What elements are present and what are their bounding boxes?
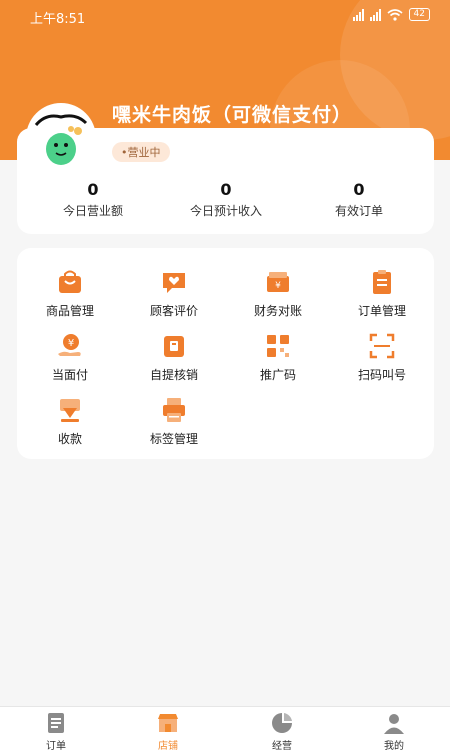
stat-value: 0	[353, 180, 365, 199]
stat-today-revenue[interactable]: 0 今日营业额	[23, 180, 163, 219]
menu-item-promo-code[interactable]: 推广码	[228, 332, 328, 383]
stat-value: 0	[87, 180, 99, 199]
menu-item-finance[interactable]: ¥ 财务对账	[228, 268, 328, 319]
menu-item-scan-call[interactable]: 扫码叫号	[332, 332, 432, 383]
menu-item-label-management[interactable]: 标签管理	[124, 396, 224, 447]
menu-label: 财务对账	[253, 304, 302, 318]
svg-text:¥: ¥	[68, 338, 74, 349]
tab-label: 店铺	[158, 741, 178, 750]
hand-coin-icon: ¥	[58, 334, 81, 356]
wallet-icon: ¥	[267, 272, 289, 292]
mascot-icon	[34, 114, 88, 165]
menu-label: 顾客评价	[149, 304, 198, 318]
store-avatar[interactable]	[26, 103, 96, 173]
tab-orders[interactable]: 订单	[16, 711, 96, 750]
clipboard-icon	[373, 270, 391, 294]
menu-item-receive-payment[interactable]: 收款	[20, 396, 120, 447]
status-badge: •营业中	[112, 142, 170, 162]
status-time: 上午8:51	[30, 12, 86, 27]
menu-label: 收款	[57, 432, 82, 446]
printer-icon	[163, 398, 185, 422]
menu-item-product-management[interactable]: 商品管理	[20, 268, 120, 319]
tab-label: 订单	[46, 741, 66, 750]
menu-label: 订单管理	[357, 304, 406, 318]
bottom-tab-bar: 订单 店铺 经营 我的	[0, 706, 450, 750]
menu-label: 当面付	[51, 368, 88, 382]
menu-label: 扫码叫号	[357, 368, 406, 382]
shopping-bag-icon	[59, 270, 81, 293]
battery-indicator: 42	[408, 8, 430, 21]
menu-label: 商品管理	[45, 304, 94, 318]
stat-valid-orders[interactable]: 0 有效订单	[289, 180, 429, 219]
store-name: 嘿米牛肉饭（可微信支付）	[112, 104, 353, 126]
scan-icon	[369, 333, 395, 359]
store-icon	[158, 714, 178, 732]
stat-label: 有效订单	[334, 204, 383, 218]
profile-icon	[384, 714, 404, 734]
status-icons: 42	[352, 8, 430, 21]
menu-label: 推广码	[259, 368, 296, 382]
receive-money-icon	[60, 399, 80, 422]
stat-expected-income[interactable]: 0 今日预计收入	[156, 180, 296, 219]
wifi-icon	[387, 8, 403, 21]
menu-item-pickup-verify[interactable]: 自提核销	[124, 332, 224, 383]
tab-label: 我的	[384, 741, 404, 750]
tab-operations[interactable]: 经营	[242, 711, 322, 750]
stat-value: 0	[220, 180, 232, 199]
order-list-icon	[48, 713, 64, 733]
signal-icon	[369, 8, 381, 21]
menu-label: 标签管理	[149, 432, 198, 446]
menu-item-customer-reviews[interactable]: 顾客评价	[124, 268, 224, 319]
heart-chat-icon	[163, 273, 185, 293]
signal-icon	[352, 8, 364, 21]
stat-label: 今日预计收入	[189, 204, 262, 218]
menu-label: 自提核销	[149, 368, 198, 382]
tab-store[interactable]: 店铺	[128, 711, 208, 750]
menu-item-order-management[interactable]: 订单管理	[332, 268, 432, 319]
svg-text:¥: ¥	[275, 281, 281, 291]
stat-label: 今日营业额	[62, 204, 123, 218]
menu-item-face-to-face-pay[interactable]: ¥ 当面付	[20, 332, 120, 383]
qr-code-icon	[267, 335, 289, 357]
tab-profile[interactable]: 我的	[354, 711, 434, 750]
pickup-icon	[164, 336, 184, 357]
status-bar: 上午8:51 42	[0, 0, 450, 32]
pie-chart-icon	[272, 713, 292, 733]
tab-label: 经营	[272, 741, 292, 750]
